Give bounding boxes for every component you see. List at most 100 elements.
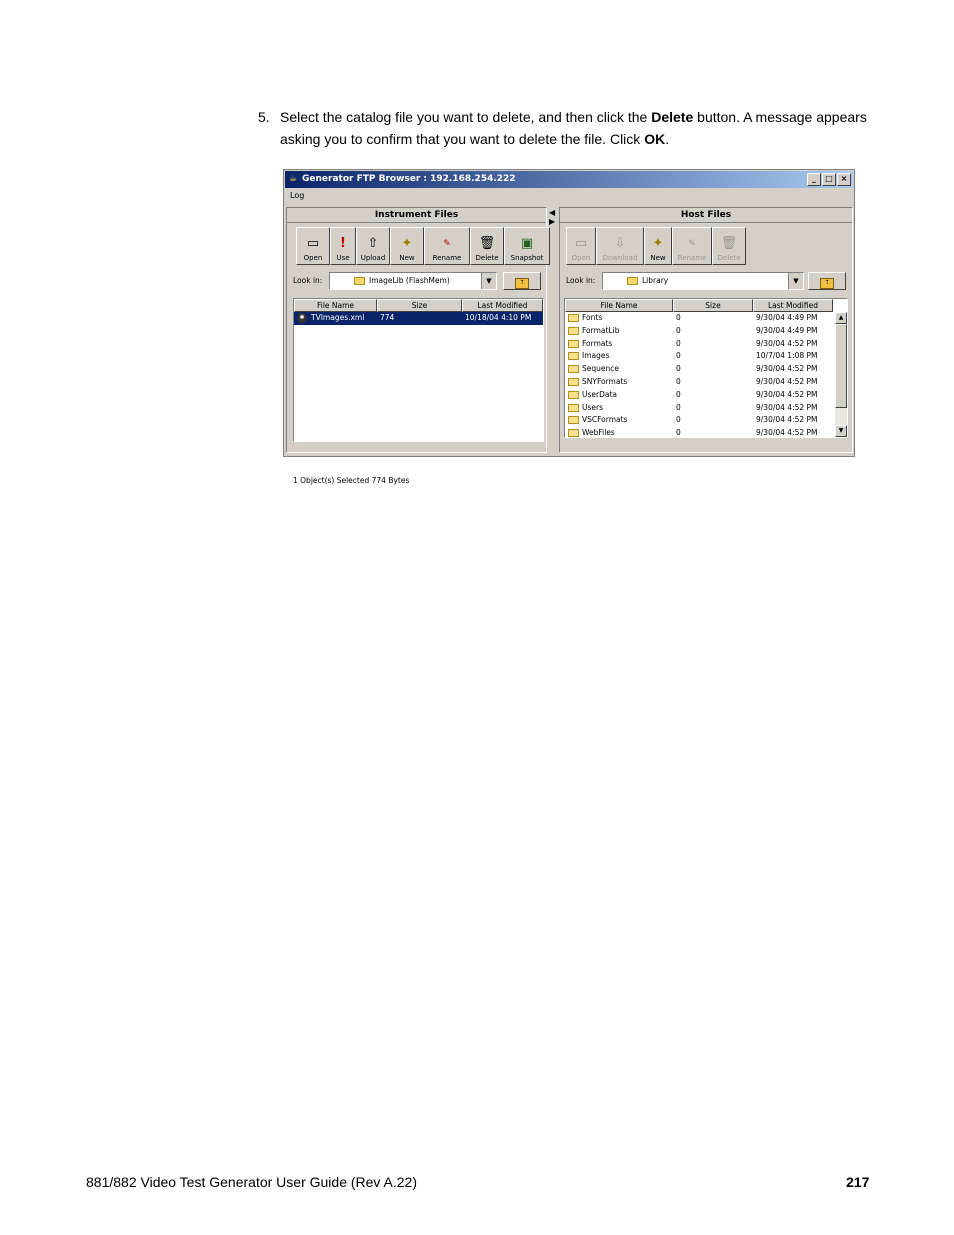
- java-icon: ☕: [289, 173, 298, 184]
- ftp-browser-window: ☕ Generator FTP Browser : 192.168.254.222…: [283, 169, 855, 485]
- chevron-down-icon[interactable]: ▼: [481, 273, 496, 289]
- table-row[interactable]: Fonts 0 9/30/04 4:49 PM: [565, 312, 847, 325]
- instrument-toolbar: ▭ Open ! Use ⇧ Upload ✦ New ✎ Rename 🗑 Delete …: [296, 227, 550, 267]
- maximize-button[interactable]: □: [822, 173, 836, 186]
- vertical-scrollbar[interactable]: ▲ ▼: [835, 312, 847, 437]
- host-download-button[interactable]: ⇩ Download: [596, 227, 644, 265]
- up-folder-icon: ↑: [820, 278, 834, 289]
- rename-icon: ✎: [688, 239, 696, 249]
- new-icon: ✦: [401, 236, 413, 251]
- footer-title: 881/882 Video Test Generator User Guide …: [86, 1174, 418, 1190]
- collapse-right-icon[interactable]: ▶: [549, 218, 555, 226]
- folder-icon: [568, 403, 579, 412]
- folder-icon: [568, 416, 579, 425]
- upload-icon: ⇧: [367, 236, 379, 251]
- window-title: Generator FTP Browser : 192.168.254.222: [302, 174, 516, 184]
- instrument-rename-button[interactable]: ✎ Rename: [424, 227, 470, 265]
- ok-keyword: OK: [644, 131, 666, 147]
- collapse-left-icon[interactable]: ◀: [549, 209, 555, 217]
- instrument-files-title: Instrument Files: [287, 208, 546, 223]
- instrument-snapshot-button[interactable]: ▣ Snapshot: [504, 227, 550, 265]
- folder-icon: [568, 365, 579, 374]
- table-row[interactable]: VSCFormats 0 9/30/04 4:52 PM: [565, 414, 847, 427]
- col-file-name[interactable]: File Name: [294, 299, 377, 312]
- step-number: 5.: [258, 109, 270, 125]
- instrument-use-button[interactable]: ! Use: [330, 227, 356, 265]
- host-files-title: Host Files: [560, 208, 852, 223]
- delete-keyword: Delete: [651, 109, 694, 125]
- host-rows: Fonts 0 9/30/04 4:49 PM FormatLib 0 9/30/04 4…: [565, 312, 847, 437]
- scroll-thumb[interactable]: [835, 324, 847, 408]
- look-in-label: Look in:: [293, 276, 323, 285]
- folder-icon: [568, 326, 579, 335]
- table-row[interactable]: Images 0 10/7/04 1:08 PM: [565, 350, 847, 363]
- folder-icon: [354, 277, 365, 285]
- host-up-folder-button[interactable]: ↑: [808, 272, 846, 290]
- host-look-in-combo[interactable]: Library ▼: [602, 272, 804, 290]
- minimize-button[interactable]: _: [807, 173, 821, 186]
- rename-icon: ✎: [443, 239, 451, 249]
- instrument-new-button[interactable]: ✦ New: [390, 227, 424, 265]
- table-row[interactable]: WebFiles 0 9/30/04 4:52 PM: [565, 427, 847, 437]
- col-last-modified[interactable]: Last Modified: [462, 299, 543, 312]
- instrument-look-in: Look in: ImageLib (FlashMem) ▼ ↑: [293, 272, 543, 290]
- folder-icon: [627, 277, 638, 285]
- status-text: 1 Object(s) Selected 774 Bytes: [293, 476, 410, 485]
- title-bar[interactable]: ☕ Generator FTP Browser : 192.168.254.222…: [285, 171, 853, 188]
- host-delete-button[interactable]: 🗑 Delete: [712, 227, 746, 265]
- col-size[interactable]: Size: [673, 299, 753, 312]
- table-row[interactable]: UserData 0 9/30/04 4:52 PM: [565, 389, 847, 402]
- look-in-label: Look in:: [566, 276, 596, 285]
- instrument-up-folder-button[interactable]: ↑: [503, 272, 541, 290]
- instrument-look-in-combo[interactable]: ImageLib (FlashMem) ▼: [329, 272, 497, 290]
- host-new-button[interactable]: ✦ New: [644, 227, 672, 265]
- page-number: 217: [846, 1174, 870, 1190]
- table-row[interactable]: Sequence 0 9/30/04 4:52 PM: [565, 363, 847, 376]
- folder-icon: [568, 314, 579, 322]
- host-open-button[interactable]: ▭ Open: [566, 227, 596, 265]
- menu-log[interactable]: Log: [285, 191, 304, 200]
- table-header: File Name Size Last Modified: [294, 299, 543, 312]
- open-icon: ▭: [574, 236, 588, 251]
- delete-icon: 🗑: [720, 236, 738, 251]
- menu-bar: Log: [285, 189, 853, 203]
- new-icon: ✦: [652, 236, 664, 251]
- folder-icon: [568, 390, 579, 399]
- table-row[interactable]: FormatLib 0 9/30/04 4:49 PM: [565, 325, 847, 338]
- host-look-in: Look in: Library ▼ ↑: [566, 272, 846, 290]
- col-size[interactable]: Size: [377, 299, 462, 312]
- col-file-name[interactable]: File Name: [565, 299, 673, 312]
- look-in-value: ImageLib (FlashMem): [369, 276, 450, 285]
- col-last-modified[interactable]: Last Modified: [753, 299, 833, 312]
- pane-splitter[interactable]: ◀ ▶: [548, 207, 557, 453]
- folder-icon: [568, 352, 579, 361]
- table-row[interactable]: Formats 0 9/30/04 4:52 PM: [565, 338, 847, 351]
- scroll-down-icon[interactable]: ▼: [835, 425, 847, 437]
- table-row[interactable]: SNYFormats 0 9/30/04 4:52 PM: [565, 376, 847, 389]
- host-files-pane: Host Files ▭ Open ⇩ Download ✦ New ✎ Rename …: [559, 207, 853, 453]
- step-text: Select the catalog file you want to dele…: [280, 109, 867, 147]
- folder-icon: [568, 339, 579, 348]
- folder-icon: [568, 429, 579, 437]
- host-rename-button[interactable]: ✎ Rename: [672, 227, 712, 265]
- delete-icon: 🗑: [478, 236, 496, 251]
- up-folder-icon: ↑: [515, 278, 529, 289]
- snapshot-icon: ▣: [520, 236, 534, 251]
- instrument-files-pane: Instrument Files ▭ Open ! Use ⇧ Upload ✦ New…: [286, 207, 550, 485]
- instrument-upload-button[interactable]: ⇧ Upload: [356, 227, 390, 265]
- scroll-up-icon[interactable]: ▲: [835, 312, 847, 324]
- instrument-delete-button[interactable]: 🗑 Delete: [470, 227, 504, 265]
- table-row[interactable]: Users 0 9/30/04 4:52 PM: [565, 402, 847, 415]
- instrument-open-button[interactable]: ▭ Open: [296, 227, 330, 265]
- look-in-value: Library: [642, 276, 669, 285]
- host-toolbar: ▭ Open ⇩ Download ✦ New ✎ Rename 🗑 Delete: [566, 227, 746, 267]
- chevron-down-icon[interactable]: ▼: [788, 273, 803, 289]
- instrument-file-table: File Name Size Last Modified ✱ TVImages.x…: [293, 298, 544, 442]
- host-file-table: File Name Size Last Modified Fonts 0 9/30/…: [564, 298, 848, 438]
- close-button[interactable]: ×: [837, 173, 851, 186]
- table-header: File Name Size Last Modified: [565, 299, 847, 312]
- table-row[interactable]: ✱ TVImages.xml 774 10/18/04 4:10 PM: [294, 312, 543, 325]
- use-icon: !: [340, 236, 346, 251]
- open-icon: ▭: [306, 236, 320, 251]
- xml-file-icon: ✱: [297, 313, 307, 323]
